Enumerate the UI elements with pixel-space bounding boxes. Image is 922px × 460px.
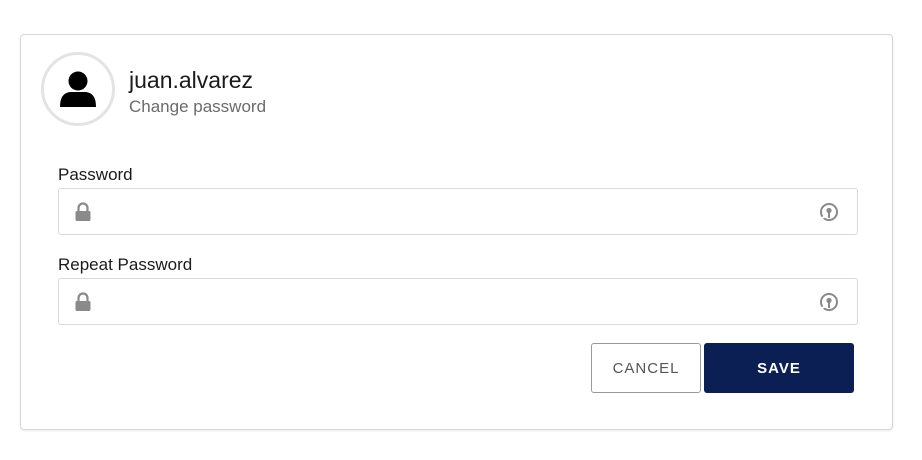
show-password-icon[interactable] <box>818 201 840 223</box>
lock-icon <box>74 292 92 312</box>
repeat-password-input[interactable] <box>105 279 809 326</box>
password-label: Password <box>58 165 133 184</box>
cancel-button[interactable]: CANCEL <box>591 343 701 393</box>
page-subtitle: Change password <box>129 97 267 116</box>
lock-icon <box>74 202 92 222</box>
change-password-card: juan.alvarez Change password Password Re… <box>20 34 893 430</box>
username: juan.alvarez <box>129 67 254 93</box>
repeat-password-label: Repeat Password <box>58 255 193 274</box>
save-button[interactable]: SAVE <box>704 343 854 393</box>
password-field-wrapper <box>58 188 858 236</box>
repeat-password-field-wrapper <box>58 278 858 326</box>
password-input[interactable] <box>105 189 809 236</box>
user-icon <box>58 69 98 109</box>
show-password-icon[interactable] <box>818 291 840 313</box>
avatar <box>41 52 115 126</box>
